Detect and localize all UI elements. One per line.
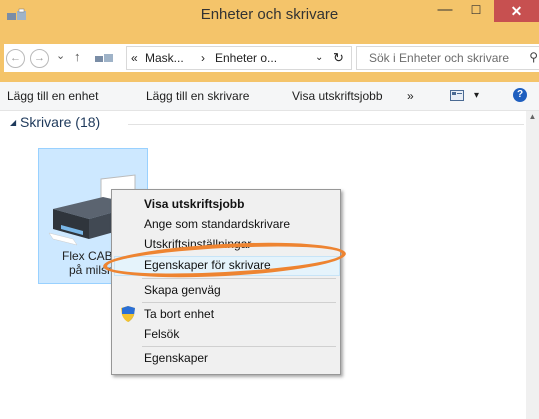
- menu-item-set-default[interactable]: Ange som standardskrivare: [144, 217, 290, 231]
- search-icon[interactable]: ⚲: [529, 50, 538, 64]
- menu-item-troubleshoot[interactable]: Felsök: [144, 327, 179, 341]
- menu-separator: [142, 302, 336, 303]
- breadcrumb-devices[interactable]: Enheter o...: [215, 51, 277, 65]
- menu-item-remove-device[interactable]: Ta bort enhet: [144, 307, 214, 321]
- command-bar: Lägg till en enhet Lägg till en skrivare…: [0, 82, 539, 111]
- add-printer-button[interactable]: Lägg till en skrivare: [146, 89, 249, 103]
- more-commands-button[interactable]: »: [407, 89, 414, 103]
- search-placeholder: Sök i Enheter och skrivare: [369, 51, 510, 65]
- up-button[interactable]: ↑: [74, 49, 81, 64]
- vertical-scrollbar[interactable]: [526, 111, 539, 419]
- menu-separator: [142, 346, 336, 347]
- forward-button[interactable]: →: [30, 49, 49, 68]
- location-devices-icon: [95, 54, 113, 62]
- recent-locations-icon[interactable]: ⌄: [56, 49, 65, 62]
- breadcrumb-overflow[interactable]: «: [131, 51, 138, 65]
- address-bar[interactable]: « Mask... › Enheter o... ⌄ ↻: [126, 46, 352, 70]
- menu-separator: [142, 278, 336, 279]
- group-divider: [128, 124, 524, 125]
- see-print-jobs-button[interactable]: Visa utskriftsjobb: [292, 89, 383, 103]
- view-dropdown-icon[interactable]: ▾: [474, 90, 479, 101]
- back-button[interactable]: ←: [6, 49, 25, 68]
- navigation-inner: ← → ⌄ ↑ « Mask... › Enheter o... ⌄ ↻ Sök…: [4, 44, 539, 72]
- menu-item-properties[interactable]: Egenskaper: [144, 351, 208, 365]
- navigation-bar: ← → ⌄ ↑ « Mask... › Enheter o... ⌄ ↻ Sök…: [0, 30, 539, 82]
- menu-item-see-print-jobs[interactable]: Visa utskriftsjobb: [144, 197, 244, 211]
- menu-item-create-shortcut[interactable]: Skapa genväg: [144, 283, 221, 297]
- printers-group-label: Skrivare (18): [20, 114, 101, 130]
- refresh-icon[interactable]: ↻: [333, 50, 344, 66]
- context-menu: Visa utskriftsjobb Ange som standardskri…: [111, 189, 341, 375]
- breadcrumb-separator-icon[interactable]: ›: [201, 51, 205, 65]
- scroll-up-icon[interactable]: ▲: [526, 112, 539, 124]
- collapse-icon[interactable]: ◢: [10, 118, 16, 127]
- help-icon[interactable]: ?: [513, 88, 527, 102]
- title-bar: Enheter och skrivare — ☐ ✕: [0, 0, 539, 30]
- add-device-button[interactable]: Lägg till en enhet: [7, 89, 98, 103]
- close-button[interactable]: ✕: [494, 0, 539, 22]
- search-input[interactable]: Sök i Enheter och skrivare ⚲: [356, 46, 539, 70]
- change-view-icon[interactable]: [450, 90, 464, 101]
- address-dropdown-icon[interactable]: ⌄: [315, 52, 323, 63]
- maximize-button[interactable]: ☐: [462, 0, 490, 22]
- breadcrumb-computer[interactable]: Mask...: [145, 51, 184, 65]
- shield-icon: [121, 306, 135, 322]
- minimize-button[interactable]: —: [430, 0, 460, 22]
- printers-group-header[interactable]: ◢ Skrivare (18): [10, 114, 100, 130]
